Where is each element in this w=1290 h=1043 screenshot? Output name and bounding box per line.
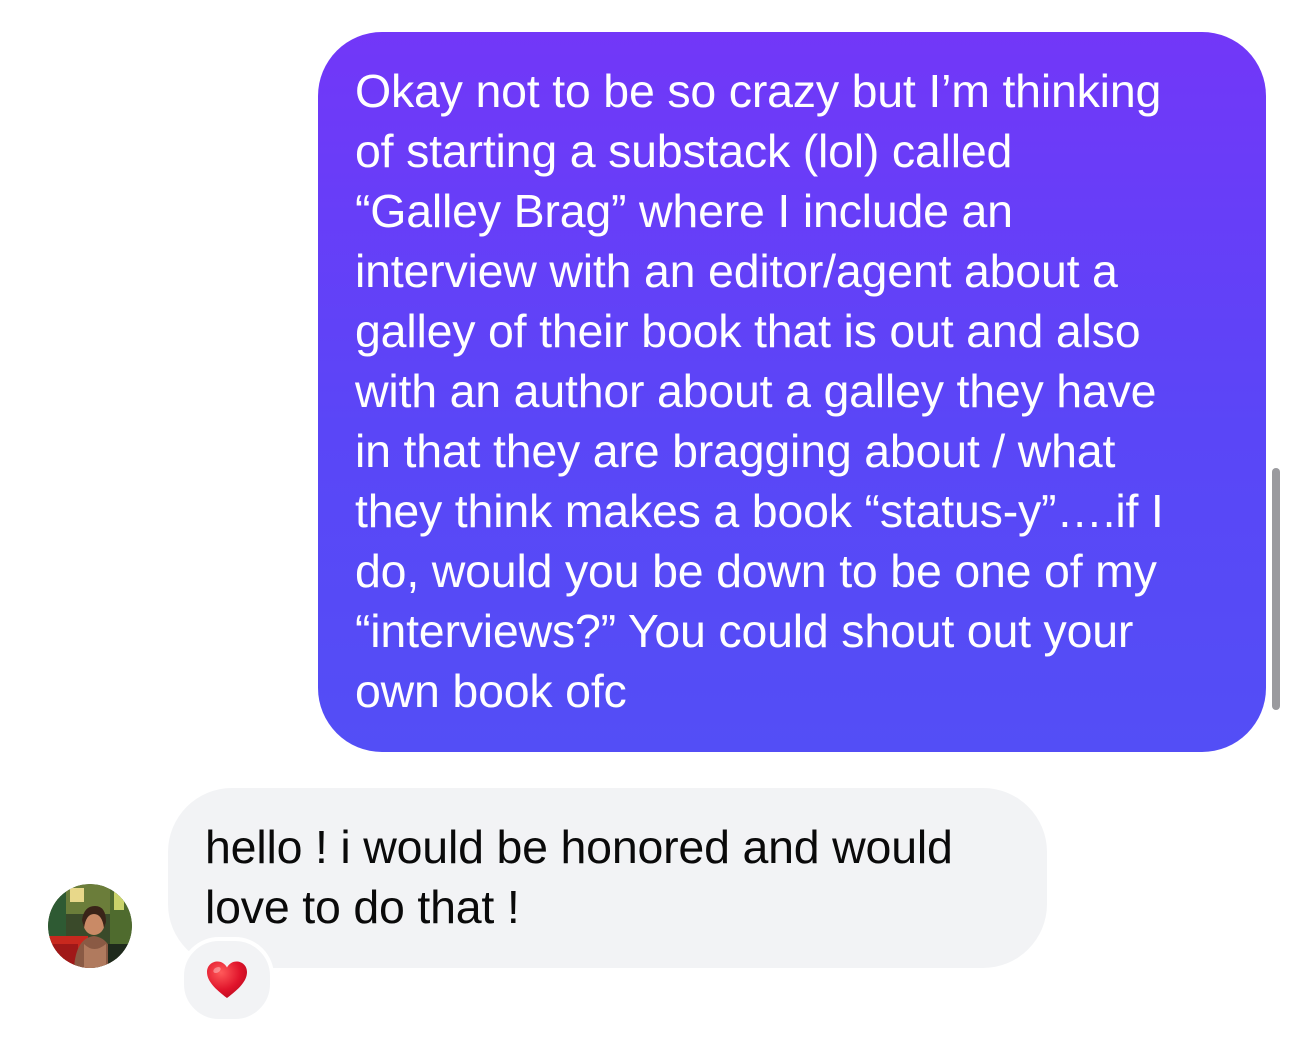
scrollbar-thumb[interactable] xyxy=(1272,468,1280,710)
message-line: “interviews?” You could shout out your xyxy=(355,605,1134,657)
sender-avatar[interactable] xyxy=(48,884,132,968)
message-reaction[interactable] xyxy=(180,937,274,1023)
message-thread: Okay not to be so crazy but I’m thinking… xyxy=(0,0,1290,1043)
message-line: interview with an editor/agent about a xyxy=(355,245,1118,297)
message-line: in that they are bragging about / what xyxy=(355,425,1116,477)
avatar-photo-icon xyxy=(48,884,132,968)
message-line: “Galley Brag” where I include an xyxy=(355,185,1013,237)
red-heart-icon xyxy=(207,961,247,998)
message-line: own book ofc xyxy=(355,665,627,717)
message-line: they think makes a book “status-y”….if I xyxy=(355,485,1164,537)
message-line: of starting a substack (lol) called xyxy=(355,125,1013,177)
message-line: hello ! i would be honored and would xyxy=(205,821,953,873)
message-line: love to do that ! xyxy=(205,881,520,933)
message-line: do, would you be down to be one of my xyxy=(355,545,1157,597)
message-line: with an author about a galley they have xyxy=(355,365,1157,417)
received-message-bubble[interactable]: hello ! i would be honored and would lov… xyxy=(168,788,1047,968)
message-line: Okay not to be so crazy but I’m thinking xyxy=(355,65,1162,117)
sent-message-bubble[interactable]: Okay not to be so crazy but I’m thinking… xyxy=(318,32,1266,752)
message-line: galley of their book that is out and als… xyxy=(355,305,1141,357)
